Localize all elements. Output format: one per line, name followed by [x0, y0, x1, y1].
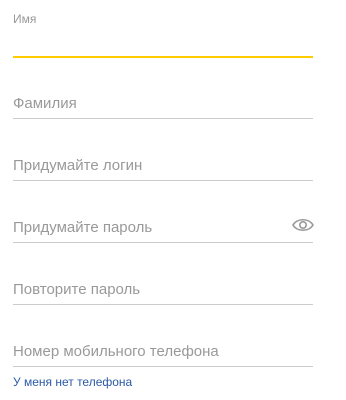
no-phone-link[interactable]: У меня нет телефона	[13, 375, 132, 389]
password-repeat-placeholder: Повторите пароль	[13, 281, 141, 298]
password-placeholder: Придумайте пароль	[13, 219, 153, 236]
password-field[interactable]: Придумайте пароль	[13, 216, 315, 243]
password-repeat-field[interactable]: Повторите пароль	[13, 280, 313, 305]
login-placeholder: Придумайте логин	[13, 157, 143, 174]
eye-icon[interactable]	[291, 216, 315, 234]
last-name-placeholder: Фамилия	[13, 95, 77, 112]
phone-field[interactable]: Номер мобильного телефона	[13, 342, 313, 367]
phone-placeholder: Номер мобильного телефона	[13, 343, 219, 360]
last-name-field[interactable]: Фамилия	[13, 94, 313, 119]
first-name-field[interactable]: Имя	[13, 12, 313, 58]
first-name-label: Имя	[13, 12, 37, 26]
login-field[interactable]: Придумайте логин	[13, 156, 313, 181]
